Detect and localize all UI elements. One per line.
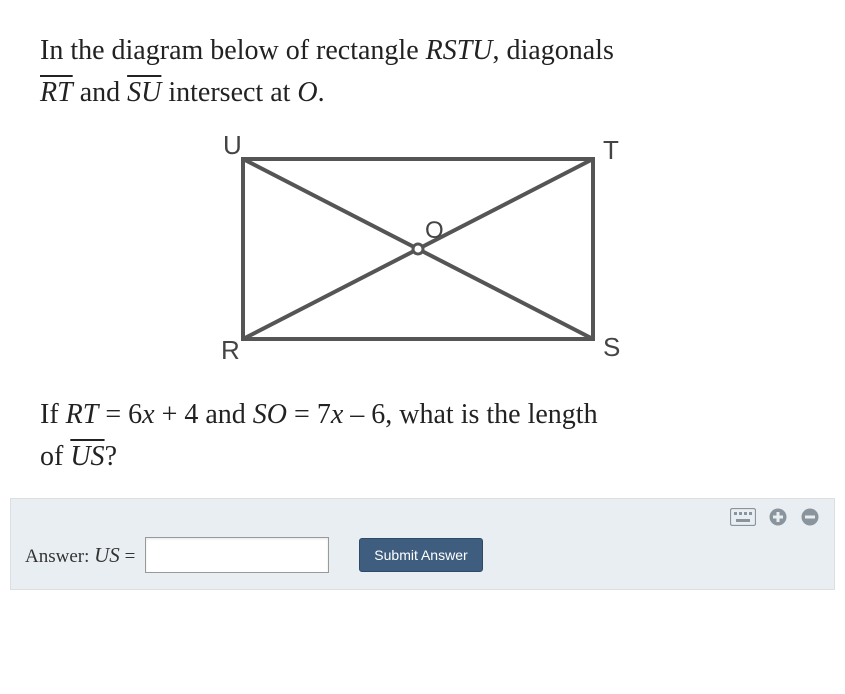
problem-statement: In the diagram below of rectangle RSTU, … xyxy=(40,30,805,114)
submit-button[interactable]: Submit Answer xyxy=(359,538,482,572)
answer-var: US xyxy=(94,543,120,567)
label-o: O xyxy=(425,217,444,244)
question: If RT = 6x + 4 and SO = 7x – 6, what is … xyxy=(40,394,805,478)
keyboard-icon[interactable] xyxy=(730,508,756,531)
answer-panel: Answer: US = Submit Answer xyxy=(10,498,835,590)
minus-circle-icon[interactable] xyxy=(800,507,820,532)
segment-su: SU xyxy=(127,77,161,108)
text: – 6, what is the length xyxy=(343,399,597,430)
rect-name: RSTU xyxy=(426,35,493,66)
answer-input[interactable] xyxy=(145,537,329,573)
text: = 6 xyxy=(98,399,142,430)
text: = 7 xyxy=(287,399,331,430)
x: x xyxy=(142,399,154,430)
text: intersect at xyxy=(161,77,297,108)
so: SO xyxy=(253,399,287,430)
rt: RT xyxy=(66,399,99,430)
x: x xyxy=(331,399,343,430)
point-o: O xyxy=(297,77,317,108)
label-t: T xyxy=(603,135,619,165)
text: . xyxy=(318,77,325,108)
text: If xyxy=(40,399,66,430)
text: , diagonals xyxy=(493,35,614,66)
label-u: U xyxy=(223,134,242,160)
text: ? xyxy=(105,441,117,472)
segment-rt: RT xyxy=(40,77,73,108)
rectangle-diagram: U T R S O xyxy=(193,134,653,369)
text: and xyxy=(73,77,127,108)
plus-circle-icon[interactable] xyxy=(768,507,788,532)
segment-us: US xyxy=(70,441,104,472)
label-r: R xyxy=(221,335,240,365)
text: In the diagram below of rectangle xyxy=(40,35,426,66)
text: of xyxy=(40,441,70,472)
text: + 4 and xyxy=(155,399,253,430)
label-s: S xyxy=(603,332,620,362)
answer-label: Answer: US = xyxy=(25,543,135,568)
